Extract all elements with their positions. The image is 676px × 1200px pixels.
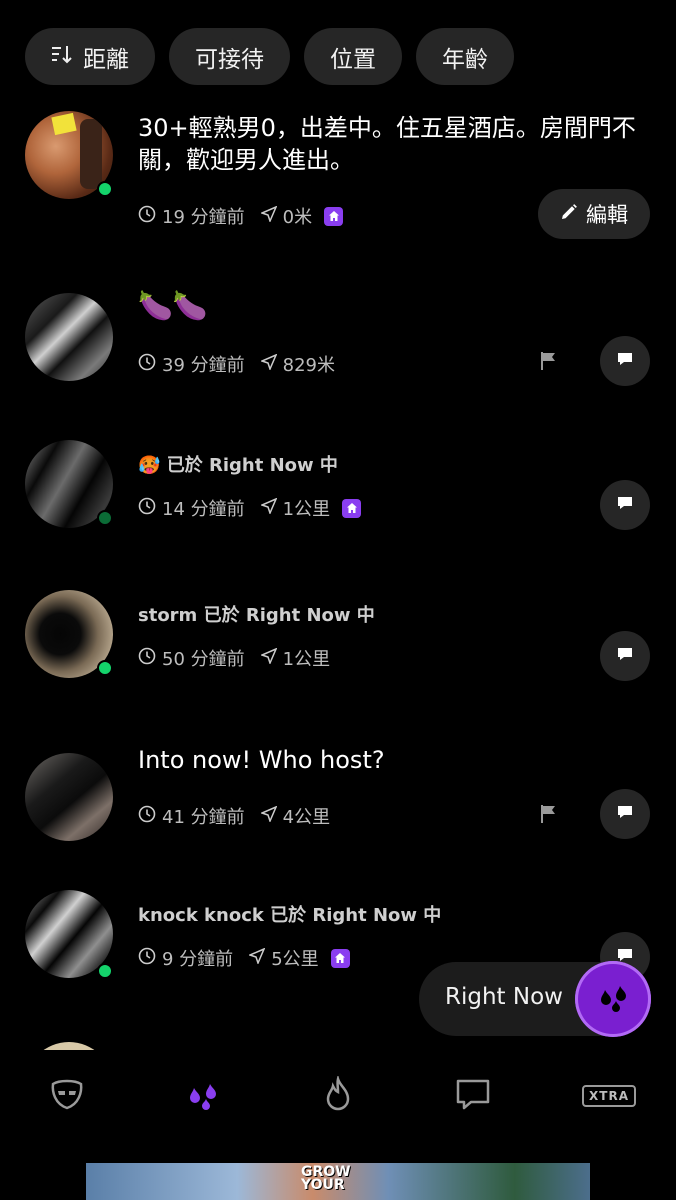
meta-row: 19 分鐘前 0米	[138, 203, 344, 229]
clock-icon	[138, 497, 156, 520]
tab-browse[interactable]	[47, 1076, 87, 1116]
distance: 0米	[282, 207, 313, 228]
location-arrow-icon	[248, 947, 266, 969]
filter-age-button[interactable]: 年齡	[416, 28, 514, 85]
ad-text: GROW YOUR	[301, 1165, 351, 1193]
message-text: Into now! Who host?	[138, 746, 385, 774]
clock-icon	[138, 353, 156, 376]
location-arrow-icon	[259, 353, 278, 375]
time-ago: 9 分鐘前	[162, 949, 234, 970]
online-indicator	[97, 510, 113, 526]
edit-button[interactable]: 編輯	[538, 189, 650, 239]
list-item[interactable]: Into now! Who host? 41 分鐘前 4公里	[0, 743, 676, 863]
ad-text-line2: YOUR	[301, 1177, 345, 1193]
chat-button[interactable]	[600, 789, 650, 839]
sort-icon	[51, 44, 73, 69]
flame-icon	[320, 1074, 356, 1116]
time-ago: 14 分鐘前	[162, 499, 245, 520]
right-now-drops-icon	[596, 980, 630, 1018]
chat-button[interactable]	[600, 336, 650, 386]
distance: 1公里	[282, 649, 331, 670]
flag-icon[interactable]	[540, 804, 558, 828]
message-text: 🍆🍆	[138, 289, 208, 322]
avatar[interactable]	[25, 293, 113, 381]
pencil-icon	[560, 202, 578, 226]
distance: 4公里	[282, 807, 331, 828]
online-indicator	[97, 963, 113, 979]
online-indicator	[97, 660, 113, 676]
meta-row: 41 分鐘前 4公里	[138, 803, 330, 829]
list-item[interactable]: 30+輕熟男0，出差中。住五星酒店。房間門不關，歡迎男人進出。 19 分鐘前 0…	[0, 100, 676, 260]
distance: 5公里	[271, 949, 319, 970]
message-text: 30+輕熟男0，出差中。住五星酒店。房間門不關，歡迎男人進出。	[138, 114, 636, 174]
xtra-badge: XTRA	[582, 1085, 636, 1107]
flag-icon[interactable]	[540, 351, 558, 375]
drops-icon	[185, 1076, 221, 1116]
location-arrow-icon	[259, 497, 278, 519]
time-ago: 50 分鐘前	[162, 649, 245, 670]
clock-icon	[138, 647, 156, 670]
bottom-tab-bar: XTRA	[0, 1060, 676, 1130]
chat-bubble-icon	[616, 494, 634, 516]
meta-row: 14 分鐘前 1公里	[138, 495, 362, 521]
filter-age-label: 年齡	[442, 46, 488, 73]
chat-bubble-icon	[616, 350, 634, 372]
ad-banner[interactable]: GROW YOUR	[86, 1163, 590, 1200]
time-ago: 41 分鐘前	[162, 807, 245, 828]
right-now-label: Right Now	[445, 984, 563, 1010]
list-item[interactable]: 🍆🍆 39 分鐘前 829米	[0, 290, 676, 410]
meta-row: 50 分鐘前 1公里	[138, 645, 330, 671]
chat-icon	[455, 1076, 491, 1116]
tab-right-now[interactable]	[183, 1076, 223, 1116]
right-now-fab[interactable]	[575, 961, 651, 1037]
distance: 1公里	[282, 499, 331, 520]
chat-button[interactable]	[600, 480, 650, 530]
clock-icon	[138, 805, 156, 828]
meta-row: 9 分鐘前 5公里	[138, 945, 350, 971]
home-icon	[330, 948, 350, 968]
filter-distance-button[interactable]: 距離	[25, 28, 155, 85]
message-text: storm 已於 Right Now 中	[138, 605, 375, 626]
mask-icon	[49, 1076, 85, 1116]
edit-label: 編輯	[586, 203, 628, 227]
location-arrow-icon	[259, 805, 278, 827]
filter-bar: 距離 可接待 位置 年齡	[25, 28, 514, 85]
message-label: 已於 Right Now 中	[166, 455, 338, 476]
tab-xtra[interactable]: XTRA	[582, 1076, 636, 1116]
filter-distance-label: 距離	[83, 46, 129, 73]
meta-row: 39 分鐘前 829米	[138, 351, 335, 377]
filter-position-button[interactable]: 位置	[304, 28, 402, 85]
online-indicator	[97, 181, 113, 197]
tab-messages[interactable]	[453, 1076, 493, 1116]
message-text: 🥵 已於 Right Now 中	[138, 450, 636, 482]
message-text: knock knock 已於 Right Now 中	[138, 905, 442, 926]
distance: 829米	[282, 355, 335, 376]
clock-icon	[138, 947, 156, 970]
filter-hosting-button[interactable]: 可接待	[169, 28, 290, 85]
filter-position-label: 位置	[330, 46, 376, 73]
chat-bubble-icon	[616, 645, 634, 667]
chat-button[interactable]	[600, 631, 650, 681]
list-item[interactable]: 🥵 已於 Right Now 中 14 分鐘前 1公里	[0, 440, 676, 560]
location-arrow-icon	[259, 205, 278, 227]
home-icon	[324, 206, 344, 226]
filter-hosting-label: 可接待	[195, 46, 264, 73]
list-item[interactable]: storm 已於 Right Now 中 50 分鐘前 1公里	[0, 590, 676, 710]
tab-interest[interactable]	[318, 1074, 358, 1116]
time-ago: 19 分鐘前	[162, 207, 245, 228]
chat-bubble-icon	[616, 803, 634, 825]
avatar[interactable]	[25, 753, 113, 841]
emoji: 🥵	[138, 455, 161, 476]
time-ago: 39 分鐘前	[162, 355, 245, 376]
location-arrow-icon	[259, 647, 278, 669]
avatar[interactable]	[25, 1042, 113, 1050]
clock-icon	[138, 205, 156, 228]
home-icon	[342, 498, 362, 518]
right-now-feed: 30+輕熟男0，出差中。住五星酒店。房間門不關，歡迎男人進出。 19 分鐘前 0…	[0, 100, 676, 1050]
